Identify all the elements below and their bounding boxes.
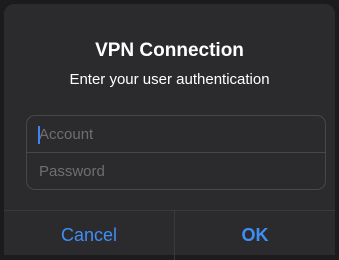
credentials-field-group (26, 115, 326, 190)
dialog-title: VPN Connection (95, 40, 244, 61)
dialog-message: Enter your user authentication (69, 71, 270, 88)
cancel-button[interactable]: Cancel (4, 211, 174, 259)
password-field-container (27, 153, 325, 189)
ok-button[interactable]: OK (175, 211, 335, 259)
account-field-container (27, 116, 325, 153)
account-input[interactable] (27, 116, 325, 152)
text-caret (38, 126, 40, 144)
vpn-alert-dialog: VPN Connection Enter your user authentic… (0, 0, 339, 260)
dialog-button-row: Cancel OK (4, 210, 335, 260)
password-input[interactable] (27, 153, 325, 189)
